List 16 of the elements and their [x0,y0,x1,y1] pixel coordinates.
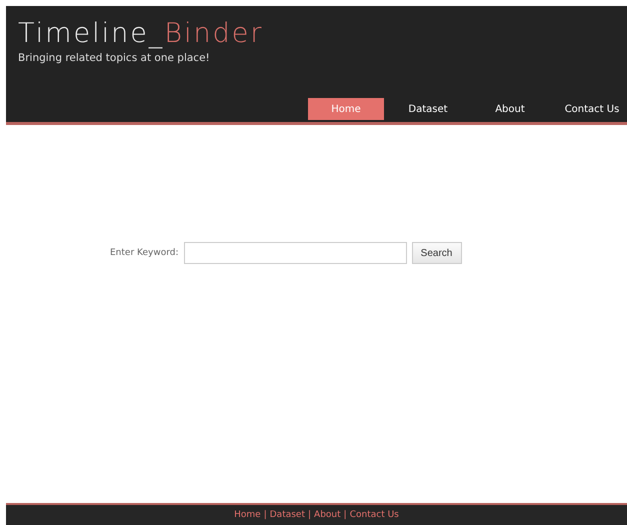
footer-link[interactable]: Dataset [270,510,305,520]
keyword-label: Enter Keyword: [110,247,178,260]
search-button[interactable]: Search [412,242,462,264]
nav-tab[interactable]: Dataset [390,98,466,120]
footer-link[interactable]: Home [234,510,261,520]
nav-tab[interactable]: Home [308,98,384,120]
tagline: Bringing related topics at one place! [18,52,210,64]
site-title: Timeline_Binder [18,18,264,50]
footer-link[interactable]: About [314,510,341,520]
keyword-field[interactable] [184,242,406,264]
separator: | [264,510,267,520]
separator: | [344,510,347,520]
footer-link[interactable]: Contact Us [350,510,399,520]
nav-tab[interactable]: Contact Us [554,98,627,120]
nav-tab[interactable]: About [472,98,548,120]
separator: | [308,510,312,520]
